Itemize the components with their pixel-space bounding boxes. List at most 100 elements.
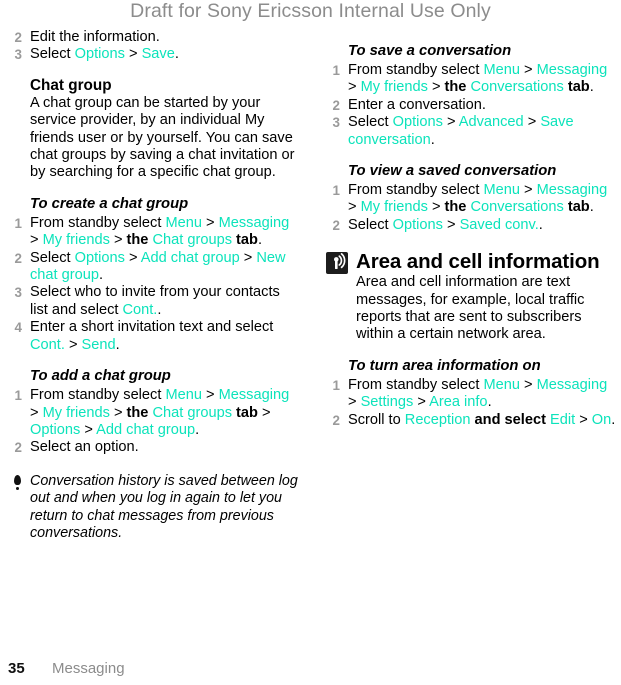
plain-text: >: [30, 404, 43, 421]
step-list: 1 From standby select Menu > Messaging > …: [8, 215, 298, 354]
menu-path-link[interactable]: Settings: [361, 394, 414, 410]
plain-text: >: [519, 376, 537, 393]
numbered-step: 4 Enter a short invitation text and selec…: [8, 319, 298, 354]
menu-path-link[interactable]: My friends: [43, 405, 110, 421]
numbered-step: 1 From standby select Menu > Messaging > …: [8, 387, 298, 439]
menu-path-link[interactable]: Messaging: [219, 215, 290, 231]
menu-path-link[interactable]: Advanced: [459, 114, 524, 130]
numbered-step: 3 Select Options > Advanced > Save conver…: [326, 114, 616, 149]
tip-callout: Conversation history is saved between lo…: [8, 473, 298, 543]
plain-text: Select: [348, 114, 393, 131]
menu-path-link[interactable]: Area info: [429, 394, 487, 410]
numbered-step: 3 Select who to invite from your contacts…: [8, 284, 298, 319]
menu-path-link[interactable]: Options: [75, 250, 125, 266]
plain-text: From standby select: [348, 62, 484, 78]
plain-text: >: [201, 387, 219, 404]
menu-path-link[interactable]: Messaging: [537, 62, 608, 78]
plain-text: >: [64, 336, 82, 353]
plain-text: >: [348, 394, 361, 411]
plain-text: Enter a conversation.: [348, 96, 486, 113]
menu-path-link[interactable]: Menu: [483, 182, 520, 198]
step-text: Select Options > Add chat group > New ch…: [30, 250, 298, 285]
plain-text: >: [124, 249, 141, 266]
menu-path-link[interactable]: Chat groups: [152, 405, 232, 421]
step-number: 3: [332, 115, 340, 131]
menu-path-link[interactable]: Messaging: [537, 377, 608, 393]
menu-path-link[interactable]: Save: [142, 46, 175, 62]
menu-path-link[interactable]: Menu: [483, 377, 520, 393]
menu-path-link[interactable]: Send: [82, 337, 116, 353]
plain-text: Enter a short invitation text and select: [30, 319, 274, 336]
menu-path-link[interactable]: Edit: [550, 412, 575, 428]
plain-text: >: [427, 79, 445, 96]
numbered-step: 3 Select Options > Save.: [8, 46, 298, 63]
step-number: 1: [332, 183, 340, 199]
menu-path-link[interactable]: Add chat group: [141, 250, 240, 266]
step-number: 2: [14, 30, 22, 45]
plain-text: .: [157, 301, 162, 318]
step-text: From standby select Menu > Messaging > S…: [348, 377, 616, 412]
menu-path-link[interactable]: Reception: [405, 412, 471, 428]
plain-text: .: [589, 79, 594, 96]
emphasis-text: and select: [470, 411, 550, 428]
menu-path-link[interactable]: Messaging: [537, 182, 608, 198]
plain-text: .: [430, 131, 435, 148]
numbered-step: 1 From standby select Menu > Messaging > …: [326, 182, 616, 217]
plain-text: >: [519, 62, 537, 78]
menu-path-link[interactable]: Cont.: [30, 337, 65, 353]
menu-path-link[interactable]: Conversations: [470, 199, 563, 215]
menu-path-link[interactable]: Messaging: [219, 387, 290, 403]
step-text: Select Options > Save.: [30, 46, 298, 63]
plain-text: Select: [30, 249, 75, 266]
right-column: To save a conversation 1 From standby sel…: [326, 29, 616, 429]
plain-text: Select an option.: [30, 439, 139, 456]
step-number: 2: [332, 412, 340, 428]
menu-path-link[interactable]: Cont.: [122, 302, 157, 318]
step-text: Enter a short invitation text and select…: [30, 319, 298, 354]
step-number: 3: [14, 47, 22, 63]
plain-text: >: [575, 411, 592, 428]
plain-text: .: [538, 216, 543, 233]
plain-text: .: [589, 199, 594, 216]
step-list: 1 From standby select Menu > Messaging > …: [326, 182, 616, 234]
menu-path-link[interactable]: My friends: [361, 199, 428, 215]
step-text: Enter a conversation.: [348, 97, 616, 114]
plain-text: >: [80, 421, 97, 438]
plain-text: .: [487, 394, 492, 411]
numbered-step: 2 Enter a conversation.: [326, 97, 616, 114]
page-footer: 35 Messaging: [8, 660, 308, 678]
menu-path-link[interactable]: My friends: [361, 79, 428, 95]
menu-path-link[interactable]: Menu: [165, 215, 202, 231]
menu-path-link[interactable]: On: [592, 412, 611, 428]
procedure-heading-view-saved-conversation: To view a saved conversation: [348, 163, 557, 180]
chat-group-section: Chat group A chat group can be started b…: [8, 77, 298, 182]
step-list: 1 From standby select Menu > Messaging > …: [326, 62, 616, 149]
emphasis-text: tab: [563, 79, 590, 96]
menu-path-link[interactable]: Add chat group: [96, 422, 195, 438]
step-number: 2: [14, 440, 22, 456]
menu-path-link[interactable]: Options: [75, 46, 125, 62]
save-conversation-section: To save a conversation 1 From standby sel…: [326, 42, 616, 149]
menu-path-link[interactable]: Options: [393, 217, 443, 233]
menu-path-link[interactable]: Menu: [165, 387, 202, 403]
step-list: 2 Edit the information. 3 Select Options > …: [8, 29, 298, 64]
plain-text: Select: [30, 46, 75, 63]
menu-path-link[interactable]: Menu: [483, 62, 520, 78]
plain-text: >: [519, 182, 537, 199]
numbered-step: 2 Scroll to Reception and select Edit > O…: [326, 412, 616, 429]
menu-path-link[interactable]: Options: [30, 422, 80, 438]
menu-path-link[interactable]: Options: [393, 114, 443, 130]
procedure-heading-save-conversation: To save a conversation: [348, 43, 512, 59]
broadcast-antenna-icon: [326, 252, 348, 275]
menu-path-link[interactable]: Conversations: [470, 79, 563, 95]
menu-path-link[interactable]: Saved conv.: [460, 217, 539, 233]
step-list: 1 From standby select Menu > Messaging > …: [326, 377, 616, 429]
plain-text: .: [115, 336, 120, 353]
procedure-heading-turn-area-information-on: To turn area information on: [348, 357, 541, 374]
plain-text: >: [348, 79, 361, 96]
procedure-heading-add-chat-group: To add a chat group: [30, 368, 171, 385]
menu-path-link[interactable]: My friends: [43, 232, 110, 248]
add-chat-group-section: To add a chat group 1 From standby select…: [8, 367, 298, 457]
menu-path-link[interactable]: Chat groups: [152, 232, 232, 248]
step-text: Select Options > Saved conv..: [348, 217, 616, 234]
